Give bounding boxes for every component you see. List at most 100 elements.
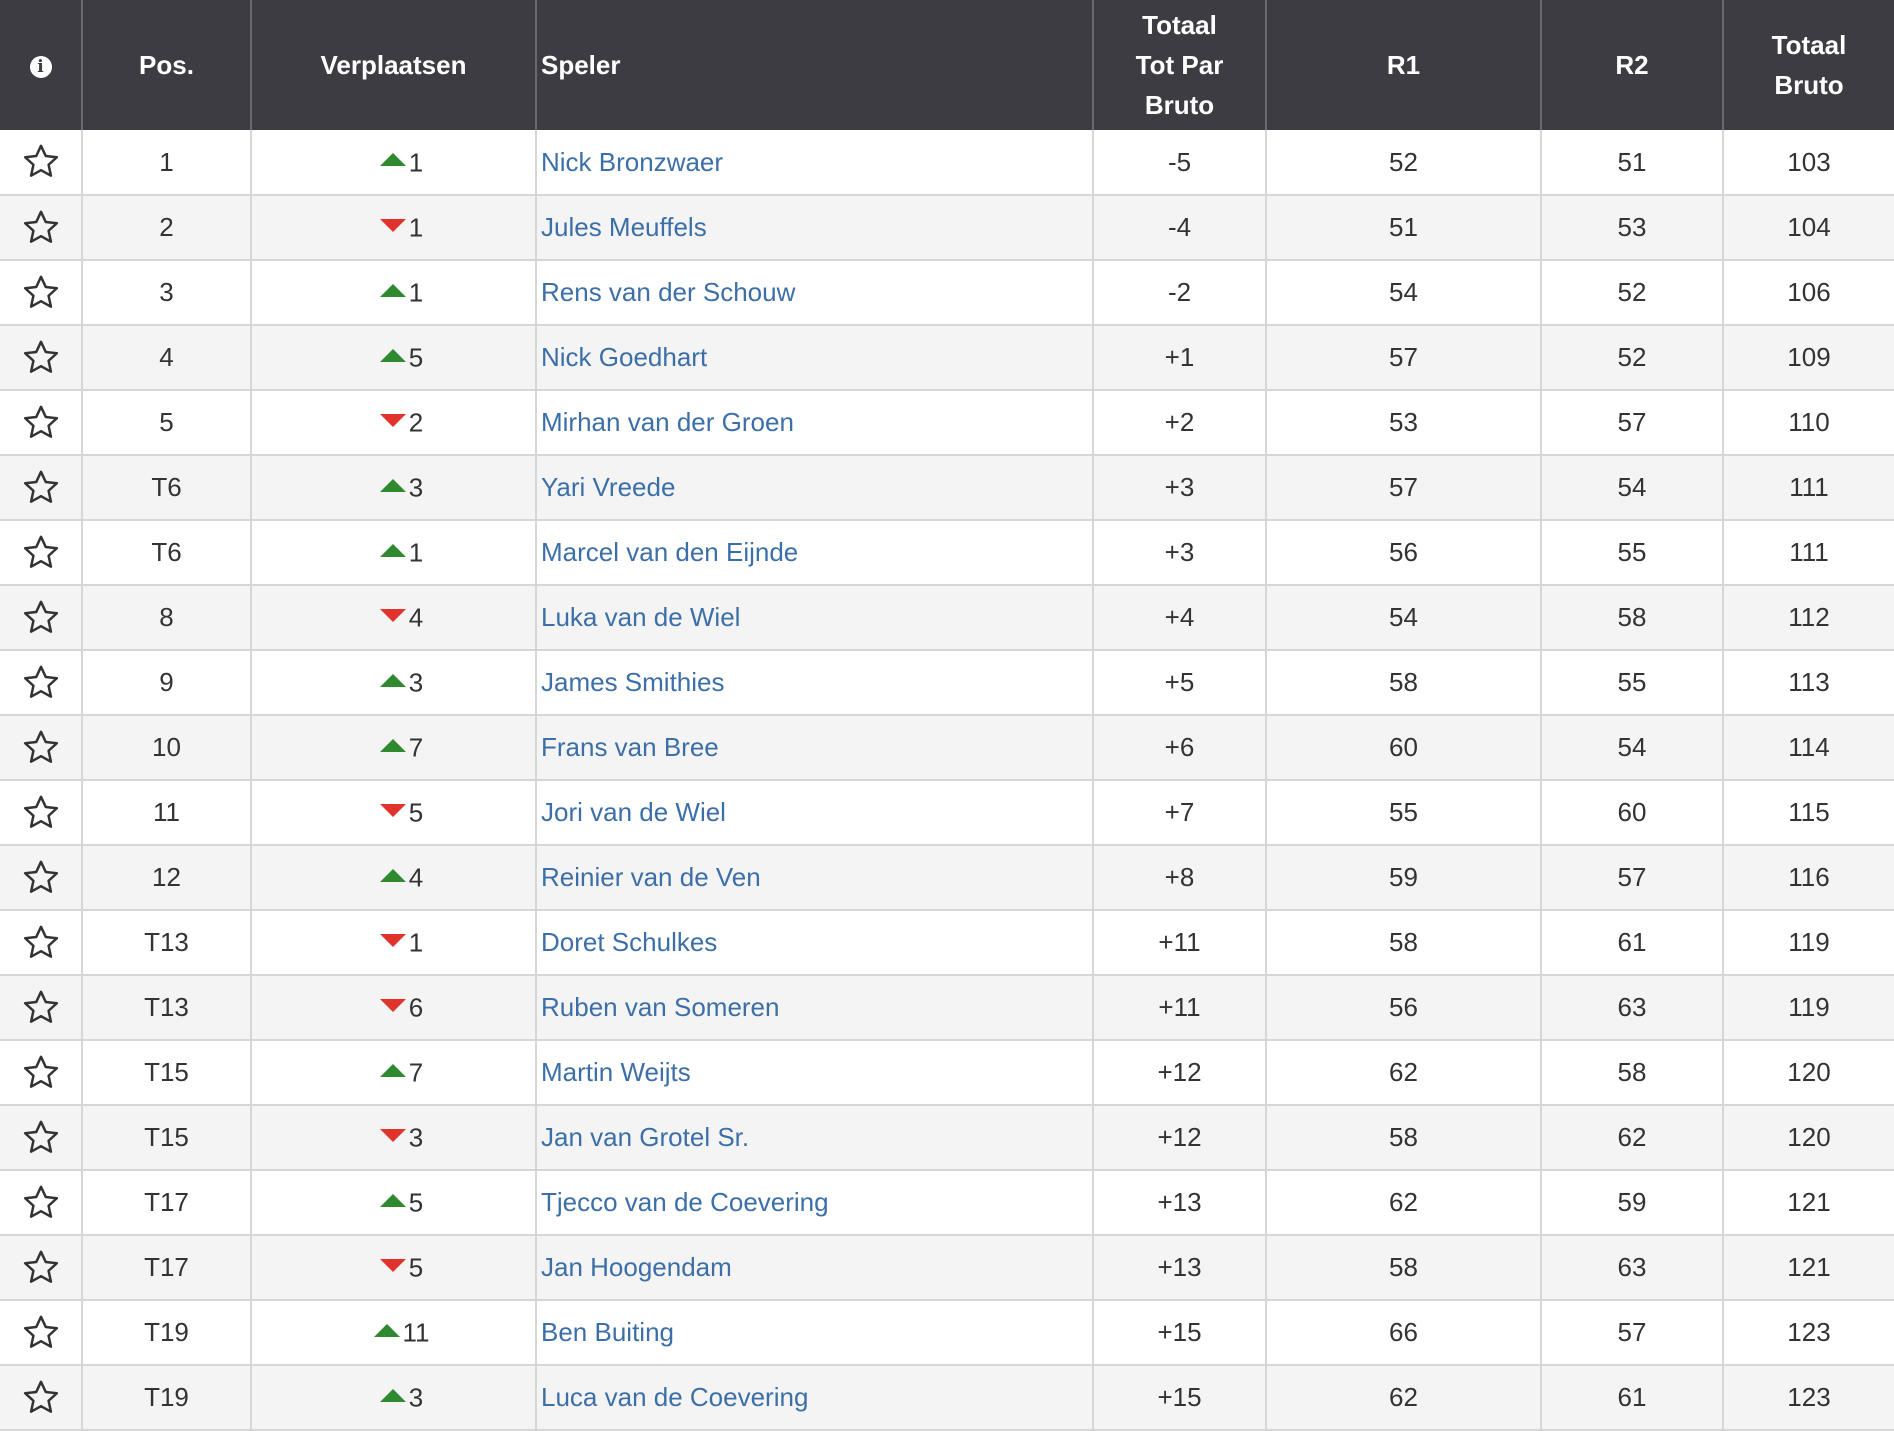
player-link[interactable]: Martin Weijts (536, 1040, 1094, 1106)
player-link[interactable]: Doret Schulkes (536, 910, 1094, 976)
header-r1[interactable]: R1 (1266, 0, 1542, 130)
star-icon[interactable] (21, 273, 61, 313)
round1-cell: 66 (1266, 1300, 1542, 1366)
player-link[interactable]: Jan Hoogendam (536, 1235, 1094, 1301)
round2-cell: 57 (1541, 1300, 1724, 1366)
movement-cell: 6 (251, 975, 537, 1041)
star-icon[interactable] (21, 663, 61, 703)
movement-cell: 1 (251, 910, 537, 976)
player-link[interactable]: Yari Vreede (536, 455, 1094, 521)
star-icon[interactable] (21, 1313, 61, 1353)
movement-value: 3 (408, 1382, 424, 1413)
star-icon[interactable] (21, 468, 61, 508)
player-link[interactable]: Luka van de Wiel (536, 585, 1094, 651)
star-icon[interactable] (21, 728, 61, 768)
player-link[interactable]: Ruben van Someren (536, 975, 1094, 1041)
info-icon[interactable]: i (29, 56, 52, 79)
star-icon[interactable] (21, 1118, 61, 1158)
movement-value: 3 (408, 472, 424, 503)
player-link[interactable]: James Smithies (536, 650, 1094, 716)
favorite-cell (0, 1105, 83, 1171)
movement: 6 (364, 991, 423, 1024)
star-icon[interactable] (21, 1248, 61, 1288)
table-row: 9 3 James Smithies +5 58 55 113 (0, 650, 1894, 716)
star-icon[interactable] (21, 533, 61, 573)
to-par-cell: -4 (1093, 195, 1267, 261)
movement-cell: 1 (251, 260, 537, 326)
header-topar[interactable]: Totaal Tot Par Bruto (1093, 0, 1267, 130)
round2-cell: 63 (1541, 1235, 1724, 1301)
header-total[interactable]: Totaal Bruto (1723, 0, 1894, 130)
round2-cell: 52 (1541, 260, 1724, 326)
movement-value: 1 (408, 212, 424, 243)
player-link[interactable]: Nick Goedhart (536, 325, 1094, 391)
player-link[interactable]: Mirhan van der Groen (536, 390, 1094, 456)
movement-value: 1 (408, 277, 424, 308)
position-cell: T15 (82, 1105, 252, 1171)
star-icon[interactable] (21, 988, 61, 1028)
movement-cell: 3 (251, 1105, 537, 1171)
star-icon[interactable] (21, 858, 61, 898)
to-par-cell: -5 (1093, 130, 1267, 196)
total-cell: 110 (1723, 390, 1894, 456)
total-cell: 121 (1723, 1235, 1894, 1301)
header-player[interactable]: Speler (536, 0, 1094, 130)
player-link[interactable]: Nick Bronzwaer (536, 130, 1094, 196)
arrow-down-icon (379, 998, 406, 1012)
arrow-up-icon (379, 738, 406, 752)
round1-cell: 55 (1266, 780, 1542, 846)
player-link[interactable]: Rens van der Schouw (536, 260, 1094, 326)
star-icon[interactable] (21, 338, 61, 378)
star-icon[interactable] (21, 923, 61, 963)
movement-cell: 3 (251, 650, 537, 716)
favorite-cell (0, 1365, 83, 1431)
star-icon[interactable] (21, 142, 61, 182)
round2-cell: 59 (1541, 1170, 1724, 1236)
to-par-cell: +15 (1093, 1365, 1267, 1431)
star-icon[interactable] (21, 1378, 61, 1418)
header-topar-line2: Tot Par (1135, 50, 1224, 80)
player-link[interactable]: Jan van Grotel Sr. (536, 1105, 1094, 1171)
header-r2[interactable]: R2 (1541, 0, 1724, 130)
star-icon[interactable] (21, 1183, 61, 1223)
favorite-cell (0, 1040, 83, 1106)
movement-cell: 3 (251, 1365, 537, 1431)
player-link[interactable]: Frans van Bree (536, 715, 1094, 781)
player-link[interactable]: Jori van de Wiel (536, 780, 1094, 846)
header-info[interactable]: i (0, 0, 83, 130)
player-link[interactable]: Marcel van den Eijnde (536, 520, 1094, 586)
star-icon[interactable] (21, 208, 61, 248)
header-move[interactable]: Verplaatsen (251, 0, 537, 130)
movement-cell: 7 (251, 715, 537, 781)
round1-cell: 58 (1266, 1105, 1542, 1171)
favorite-cell (0, 845, 83, 911)
round2-cell: 60 (1541, 780, 1724, 846)
round1-cell: 57 (1266, 455, 1542, 521)
player-link[interactable]: Luca van de Coevering (536, 1365, 1094, 1431)
arrow-down-icon (379, 1258, 406, 1272)
player-link[interactable]: Ben Buiting (536, 1300, 1094, 1366)
round1-cell: 58 (1266, 910, 1542, 976)
total-cell: 116 (1723, 845, 1894, 911)
round2-cell: 57 (1541, 845, 1724, 911)
player-link[interactable]: Tjecco van de Coevering (536, 1170, 1094, 1236)
total-cell: 111 (1723, 520, 1894, 586)
star-icon[interactable] (21, 403, 61, 443)
movement-value: 2 (408, 407, 424, 438)
round1-cell: 53 (1266, 390, 1542, 456)
header-pos[interactable]: Pos. (82, 0, 252, 130)
favorite-cell (0, 520, 83, 586)
arrow-down-icon (379, 608, 406, 622)
player-link[interactable]: Jules Meuffels (536, 195, 1094, 261)
table-row: 12 4 Reinier van de Ven +8 59 57 116 (0, 845, 1894, 911)
favorite-cell (0, 910, 83, 976)
arrow-down-icon (379, 803, 406, 817)
player-link[interactable]: Reinier van de Ven (536, 845, 1094, 911)
movement: 7 (364, 731, 423, 764)
star-icon[interactable] (21, 1053, 61, 1093)
total-cell: 111 (1723, 455, 1894, 521)
favorite-cell (0, 260, 83, 326)
movement-cell: 5 (251, 780, 537, 846)
star-icon[interactable] (21, 598, 61, 638)
star-icon[interactable] (21, 793, 61, 833)
